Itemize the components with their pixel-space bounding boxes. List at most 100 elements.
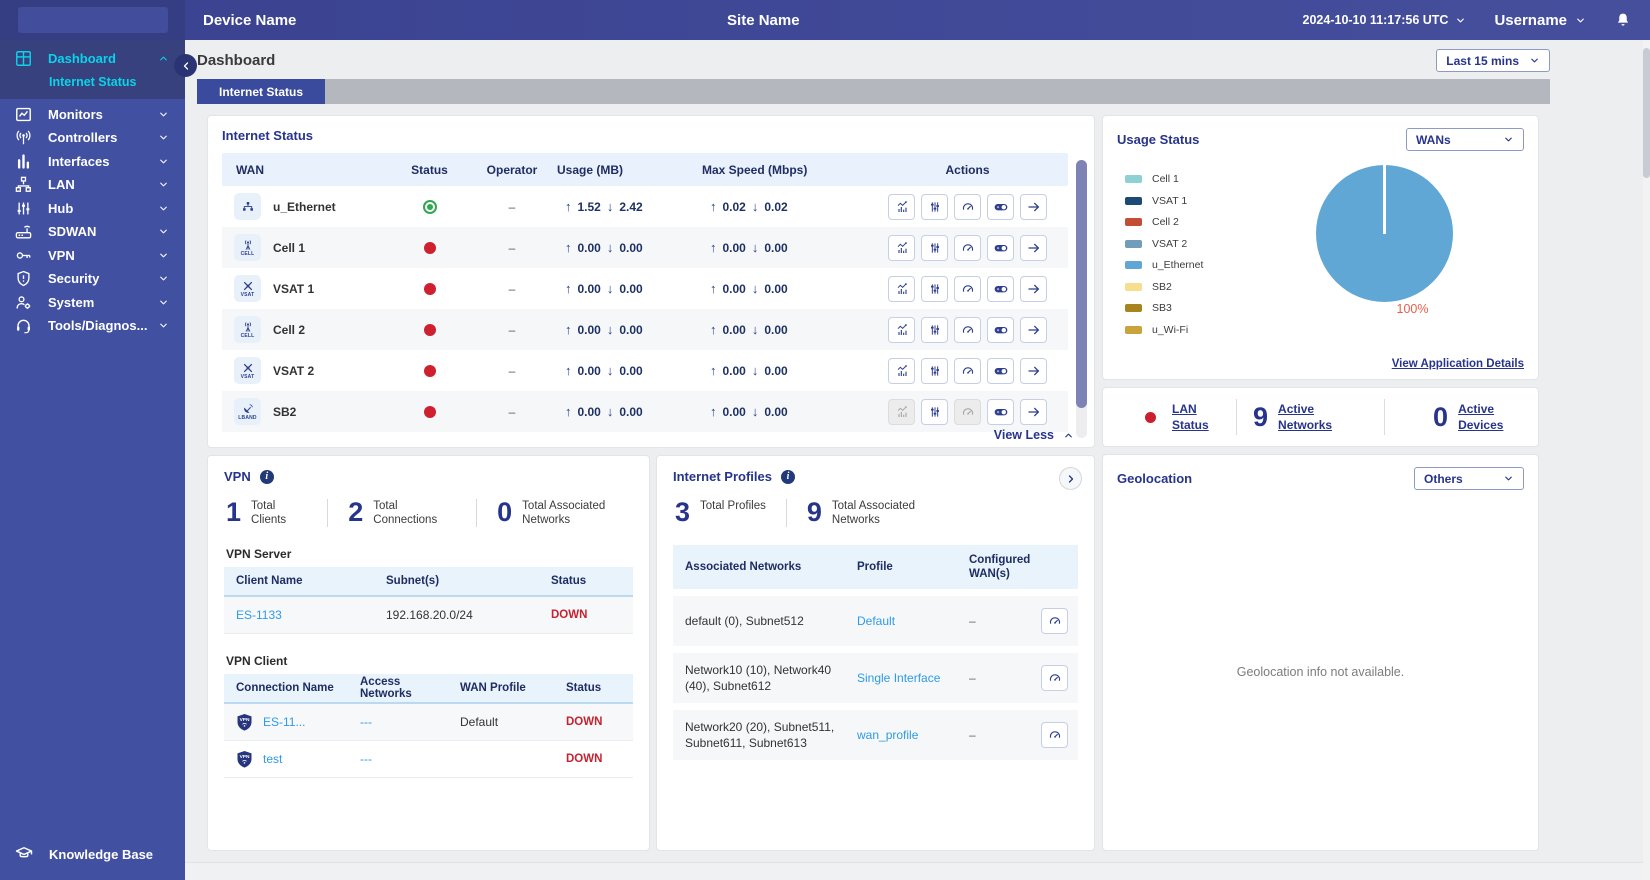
legend-item: VSAT 1: [1125, 195, 1245, 207]
configure-action-button[interactable]: [921, 357, 948, 384]
speed-test-action-button[interactable]: [954, 234, 981, 261]
view-application-details-link[interactable]: View Application Details: [1392, 358, 1524, 370]
geolocation-card: Geolocation Others Geolocation info not …: [1102, 454, 1539, 851]
active-networks-count: 9: [1253, 401, 1269, 432]
profile-link[interactable]: Single Interface: [857, 671, 940, 685]
sidebar-item-security[interactable]: Security: [0, 267, 185, 291]
table-row: CELL Cell 1 – ↑ 0.00 ↓ 0.00 ↑ 0.00 ↓ 0.00: [222, 227, 1068, 268]
enable-toggle-button[interactable]: [987, 234, 1014, 261]
details-arrow-button[interactable]: [1020, 357, 1047, 384]
usage-chart-action-button[interactable]: [888, 234, 915, 261]
usage-chart-action-button[interactable]: [888, 193, 915, 220]
tab-bar: Internet Status: [197, 79, 1550, 104]
wan-name: SB2: [273, 404, 297, 419]
usage-filter-select[interactable]: WANs: [1406, 128, 1524, 151]
chevron-down-icon: [158, 297, 169, 308]
details-arrow-button[interactable]: [1020, 398, 1047, 425]
sidebar-item-system[interactable]: System: [0, 291, 185, 315]
active-networks-link[interactable]: Active Networks: [1278, 401, 1344, 434]
sidebar-item-knowledge-base[interactable]: Knowledge Base: [0, 834, 185, 880]
vpn-client-title: VPN Client: [226, 654, 288, 668]
usage-chart-action-button[interactable]: [888, 357, 915, 384]
info-icon[interactable]: [780, 469, 795, 484]
usage-chart-action-button[interactable]: [888, 275, 915, 302]
router-icon: [14, 222, 33, 241]
usage-chart-action-button[interactable]: [888, 316, 915, 343]
sidebar-item-vpn[interactable]: VPN: [0, 244, 185, 268]
details-arrow-button[interactable]: [1020, 234, 1047, 261]
sidebar-collapse-button[interactable]: [174, 54, 197, 77]
vsat-icon: VSAT: [234, 357, 261, 384]
configure-action-button[interactable]: [921, 398, 948, 425]
profile-link[interactable]: Default: [857, 614, 895, 628]
sidebar-item-dashboard[interactable]: Dashboard: [0, 47, 185, 71]
speed-test-action-button[interactable]: [954, 316, 981, 343]
sidebar-item-sdwan[interactable]: SDWAN: [0, 220, 185, 244]
sidebar-item-interfaces[interactable]: Interfaces: [0, 150, 185, 174]
col-actions: Actions: [945, 162, 990, 177]
sidebar-item-hub[interactable]: Hub: [0, 197, 185, 221]
scrollbar-thumb[interactable]: [1643, 48, 1650, 178]
speed-test-action-button[interactable]: [954, 193, 981, 220]
geolocation-filter-select[interactable]: Others: [1414, 467, 1524, 490]
speed-test-action-button[interactable]: [954, 275, 981, 302]
vpn-shield-icon: [234, 748, 255, 770]
table-scrollbar[interactable]: [1076, 160, 1087, 438]
page-scrollbar[interactable]: [1643, 40, 1650, 880]
enable-toggle-button[interactable]: [987, 316, 1014, 343]
speed-test-action-button[interactable]: [954, 357, 981, 384]
notifications-bell-icon[interactable]: [1614, 11, 1632, 29]
tab-internet-status[interactable]: Internet Status: [197, 79, 326, 104]
sidebar-item-label: Monitors: [48, 106, 103, 122]
down-arrow-icon: ↓: [751, 199, 759, 214]
user-menu[interactable]: Username: [1494, 12, 1586, 29]
col-status: Status: [411, 162, 448, 177]
chevron-down-icon: [158, 179, 169, 190]
speed-test-action-button[interactable]: [1041, 665, 1068, 691]
chart-legend: Cell 1 VSAT 1 Cell 2 VSAT 2 u_Ethernet S…: [1117, 173, 1245, 336]
headset-icon: [14, 316, 33, 335]
configure-action-button[interactable]: [921, 275, 948, 302]
scrollbar-thumb[interactable]: [1076, 160, 1087, 408]
sidebar-item-tools-diagnostics[interactable]: Tools/Diagnos...: [0, 314, 185, 338]
enable-toggle-button[interactable]: [987, 357, 1014, 384]
enable-toggle-button[interactable]: [987, 398, 1014, 425]
lan-status-down-indicator: [1145, 411, 1156, 423]
legend-item: u_Ethernet: [1125, 259, 1245, 271]
client-name-link[interactable]: ES-1133: [236, 608, 282, 622]
details-arrow-button[interactable]: [1020, 193, 1047, 220]
enable-toggle-button[interactable]: [987, 275, 1014, 302]
view-less-link[interactable]: View Less: [994, 428, 1074, 442]
sidebar-item-label: Controllers: [48, 130, 118, 146]
configure-action-button[interactable]: [921, 193, 948, 220]
profile-row: Network10 (10), Network40 (40), Subnet61…: [673, 653, 1078, 703]
info-icon[interactable]: [259, 469, 274, 484]
geolocation-empty-message: Geolocation info not available.: [1236, 665, 1405, 679]
sidebar-item-controllers[interactable]: Controllers: [0, 126, 185, 150]
sidebar-item-lan[interactable]: LAN: [0, 173, 185, 197]
sidebar-item-internet-status[interactable]: Internet Status: [0, 71, 185, 93]
details-arrow-button[interactable]: [1020, 316, 1047, 343]
expand-profiles-button[interactable]: [1059, 467, 1082, 490]
operator-value: –: [508, 363, 516, 378]
time-range-select[interactable]: Last 15 mins: [1436, 49, 1550, 72]
configure-action-button[interactable]: [921, 234, 948, 261]
site-name: Site Name: [727, 11, 800, 29]
connection-name-link[interactable]: test: [263, 752, 282, 766]
chevron-down-icon: [158, 109, 169, 120]
sliders-icon: [14, 199, 33, 218]
speed-test-action-button[interactable]: [1041, 608, 1068, 634]
internet-status-title: Internet Status: [222, 128, 314, 143]
details-arrow-button[interactable]: [1020, 275, 1047, 302]
ethernet-icon: [234, 193, 261, 220]
lan-status-link[interactable]: LAN Status: [1172, 401, 1220, 434]
down-arrow-icon: ↓: [606, 199, 614, 214]
connection-name-link[interactable]: ES-11...: [263, 715, 305, 729]
speed-test-action-button[interactable]: [1041, 722, 1068, 748]
active-devices-link[interactable]: Active Devices: [1458, 401, 1514, 434]
enable-toggle-button[interactable]: [987, 193, 1014, 220]
profile-link[interactable]: wan_profile: [857, 728, 918, 742]
configure-action-button[interactable]: [921, 316, 948, 343]
timestamp-dropdown[interactable]: 2024-10-10 11:17:56 UTC: [1303, 13, 1467, 27]
sidebar-item-monitors[interactable]: Monitors: [0, 103, 185, 127]
